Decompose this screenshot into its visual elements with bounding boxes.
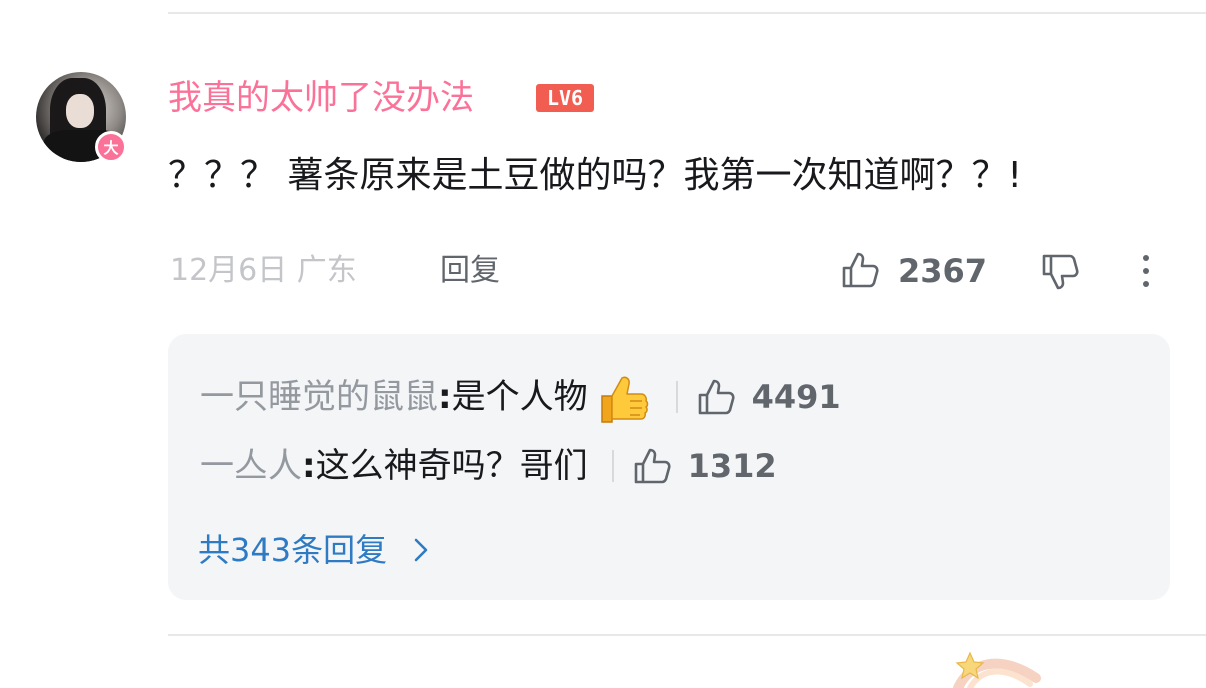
- level-badge: LV6: [536, 84, 594, 112]
- thumbs-up-emoji-icon: [600, 376, 648, 423]
- thumbs-up-icon[interactable]: [840, 250, 880, 290]
- sub-reply-username[interactable]: 一亼人: [200, 442, 302, 490]
- thumbs-down-icon[interactable]: [1040, 252, 1080, 292]
- sub-reply-colon: :: [302, 446, 316, 486]
- comment-date-location: 12月6日 广东: [170, 253, 357, 288]
- sub-reply-item[interactable]: 一只睡觉的鼠鼠 : 是个人物 4491: [200, 366, 841, 428]
- decoration-icon: [953, 651, 1041, 688]
- bottom-divider: [168, 634, 1206, 636]
- thumbs-up-icon[interactable]: [696, 377, 736, 417]
- sub-reply-like-count: 1312: [687, 447, 777, 485]
- more-options-icon[interactable]: [1136, 252, 1156, 292]
- sub-replies-container: 一只睡觉的鼠鼠 : 是个人物 4491 一亼人 : 这么神奇吗？哥们 1312: [168, 334, 1170, 600]
- like-count: 2367: [898, 252, 988, 290]
- sub-reply-colon: :: [438, 377, 452, 417]
- sub-reply-like-count: 4491: [751, 378, 841, 416]
- sub-reply-text: 这么神奇吗？哥们: [315, 446, 588, 486]
- view-all-replies-link[interactable]: 共343条回复: [198, 526, 431, 574]
- comment-page: 大 我真的太帅了没办法 LV6 ？？？ 薯条原来是土豆做的吗？我第一次知道啊？？…: [0, 0, 1206, 688]
- total-replies-label: 共343条回复: [198, 531, 388, 569]
- separator: [675, 381, 678, 413]
- sub-reply-username[interactable]: 一只睡觉的鼠鼠: [200, 373, 438, 421]
- avatar-badge: 大: [95, 131, 127, 163]
- top-divider: [168, 12, 1206, 14]
- sub-reply-text: 是个人物: [451, 377, 588, 417]
- comment-text: ？？？ 薯条原来是土豆做的吗？我第一次知道啊？？!: [168, 155, 1022, 196]
- comment-username[interactable]: 我真的太帅了没办法: [168, 74, 474, 122]
- thumbs-up-icon[interactable]: [632, 446, 672, 486]
- reply-button[interactable]: 回复: [440, 250, 500, 292]
- chevron-right-icon: [414, 538, 428, 562]
- sub-reply-item[interactable]: 一亼人 : 这么神奇吗？哥们 1312: [200, 442, 777, 490]
- separator: [611, 450, 614, 482]
